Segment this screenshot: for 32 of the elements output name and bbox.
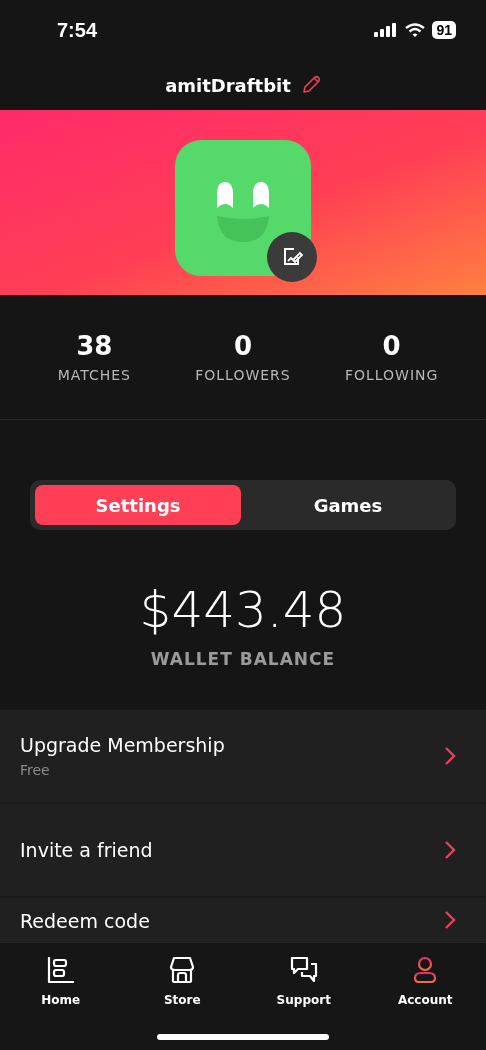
signal-icon — [374, 23, 399, 37]
tab-bar-item[interactable]: Home — [0, 955, 122, 1007]
stat-value: 0 — [233, 331, 253, 361]
chart-icon — [45, 955, 76, 985]
stat-label: MATCHES — [57, 367, 131, 383]
menu-row[interactable]: Invite a friend — [0, 804, 486, 898]
tab-bar-item[interactable]: Account — [364, 955, 486, 1007]
segment-tab[interactable]: Games — [245, 485, 451, 525]
chevron-right-icon — [444, 746, 456, 766]
stat-label: FOLLOWING — [344, 367, 439, 383]
stat-value: 38 — [76, 331, 113, 361]
menu-subtitle: Free — [20, 762, 51, 778]
tab-bar-item[interactable]: Store — [121, 955, 243, 1007]
username: amitDraftbit — [165, 74, 291, 96]
stat-label: FOLLOWERS — [195, 367, 291, 383]
avatar-icon — [175, 139, 311, 276]
tab-bar-item[interactable]: Support — [243, 955, 365, 1007]
menu-row[interactable]: Upgrade Membership Free — [0, 710, 486, 804]
menu-title: Redeem code — [20, 910, 150, 932]
wallet-label: WALLET BALANCE — [150, 649, 336, 669]
stat-value: 0 — [382, 331, 401, 361]
wifi-icon — [405, 23, 426, 37]
chevron-right-icon — [444, 840, 456, 860]
edit-icon[interactable] — [300, 75, 321, 95]
menu-title: Invite a friend — [20, 839, 153, 861]
wallet-amount: $443.48 — [139, 585, 347, 635]
menu-row[interactable]: Redeem code — [0, 898, 486, 942]
status-time: 7:54 — [57, 18, 98, 42]
chevron-right-icon — [444, 910, 456, 930]
menu-title: Upgrade Membership — [20, 734, 225, 756]
battery-level: 91 — [432, 21, 456, 39]
chat-bubbles-icon — [288, 955, 319, 985]
